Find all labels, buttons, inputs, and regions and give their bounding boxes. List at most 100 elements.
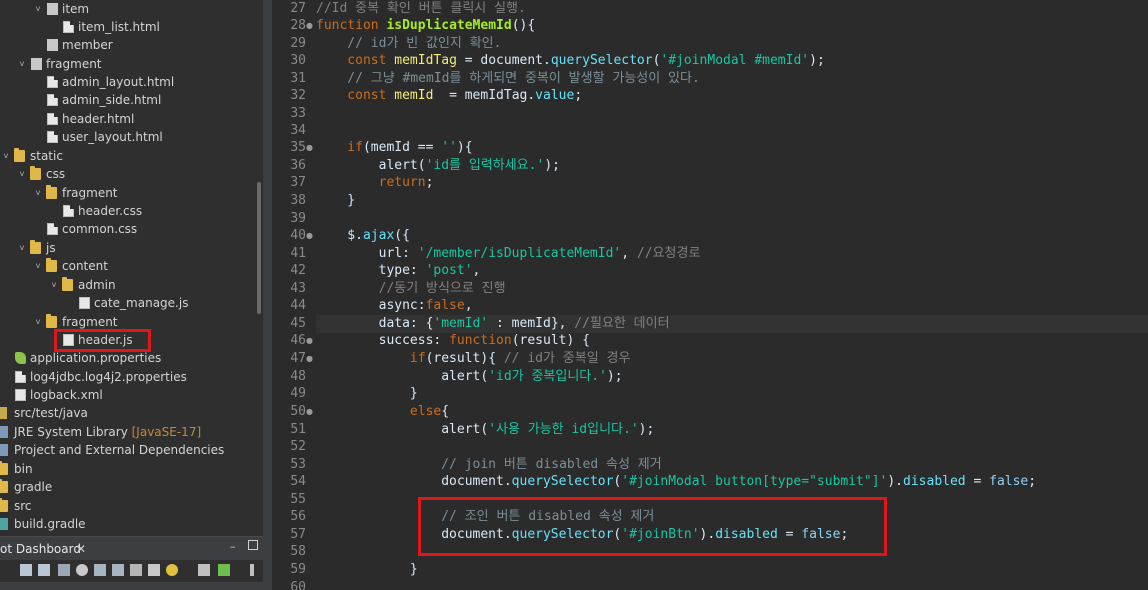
view-menu-icon[interactable] (250, 564, 254, 576)
tree-item-user-layout-html[interactable]: user_layout.html (0, 128, 255, 146)
chevron-down-icon[interactable]: v (49, 276, 59, 294)
tree-item-member[interactable]: member (0, 36, 255, 54)
properties-icon[interactable] (148, 564, 160, 576)
stop-icon[interactable] (58, 564, 70, 576)
code-line-31[interactable]: // 그냥 #memId를 하게되면 중복이 발생할 가능성이 있다. (316, 70, 699, 88)
code-text: ). (887, 474, 904, 489)
code-line-28[interactable]: function isDuplicateMemId(){ (316, 17, 535, 35)
tree-item-label: js (46, 241, 56, 255)
tree-item-logback-xml[interactable]: logback.xml (0, 386, 255, 404)
code-line-48[interactable]: alert('id가 중복입니다.'); (316, 368, 623, 386)
tree-item-bin[interactable]: bin (0, 460, 255, 478)
package-icon (47, 39, 58, 51)
line-number: 47 (290, 351, 306, 366)
code-line-41[interactable]: url: '/member/isDuplicateMemId', //요청경로 (316, 245, 701, 263)
string-literal: '#joinModal #memId' (660, 53, 810, 68)
tree-item-src-test-java[interactable]: src/test/java (0, 404, 255, 422)
tree-item-item[interactable]: v item (0, 0, 255, 18)
maximize-icon[interactable] (248, 540, 258, 550)
tree-item-project-dependencies[interactable]: Project and External Dependencies (0, 441, 255, 459)
tree-item-js[interactable]: v js (0, 239, 255, 257)
minimize-icon[interactable]: – (230, 540, 236, 554)
code-line-43[interactable]: //동기 방식으로 진행 (316, 280, 506, 298)
pane-divider[interactable] (263, 0, 272, 590)
tree-item-log4jdbc-properties[interactable]: log4jdbc.log4j2.properties (0, 368, 255, 386)
code-line-32[interactable]: const memId = memIdTag.value; (316, 87, 582, 105)
fold-marker-icon[interactable]: ● (306, 227, 314, 245)
filter-icon[interactable] (198, 564, 210, 576)
code-line-51[interactable]: alert('사용 가능한 id입니다.'); (316, 421, 654, 439)
keyword: function (449, 333, 512, 348)
code-line-44[interactable]: async:false, (316, 297, 473, 315)
restart-icon[interactable] (38, 564, 50, 576)
chevron-down-icon[interactable]: v (33, 313, 43, 331)
fold-marker-icon[interactable]: ● (306, 350, 314, 368)
link-icon[interactable] (112, 564, 124, 576)
line-number: 52 (290, 439, 306, 454)
chevron-down-icon[interactable]: v (33, 257, 43, 275)
line-number: 43 (290, 281, 306, 296)
open-console-icon[interactable] (94, 564, 106, 576)
code-line-38[interactable]: } (316, 192, 355, 210)
code-line-49[interactable]: } (316, 385, 418, 403)
tree-item-css[interactable]: v css (0, 165, 255, 183)
tree-item-gradle[interactable]: gradle (0, 478, 255, 496)
tree-item-jre-system-library[interactable]: JRE System Library [JavaSE-17] (0, 423, 255, 441)
code-line-46[interactable]: success: function(result) { (316, 332, 590, 350)
code-line-37[interactable]: return; (316, 174, 434, 192)
variable: memIdTag (386, 53, 457, 68)
tab-boot-dashboard[interactable]: ot Dashboard (0, 540, 81, 558)
code-line-27[interactable]: //Id 중복 확인 버튼 클릭시 실행. (316, 0, 526, 18)
tree-item-build-gradle[interactable]: build.gradle (0, 515, 255, 533)
code-text: async: (316, 298, 426, 313)
tree-item-fragment[interactable]: v fragment (0, 55, 255, 73)
chevron-down-icon[interactable]: v (33, 184, 43, 202)
fold-marker-icon[interactable]: ● (306, 17, 314, 35)
chevron-down-icon[interactable]: v (17, 55, 27, 73)
start-icon[interactable] (20, 564, 32, 576)
tree-item-admin-layout-html[interactable]: admin_layout.html (0, 73, 255, 91)
fold-marker-icon[interactable]: ● (306, 403, 314, 421)
tree-item-item-list-html[interactable]: item_list.html (0, 18, 255, 36)
tree-item-cate-manage-js[interactable]: cate_manage.js (0, 294, 255, 312)
chevron-down-icon[interactable]: v (17, 239, 27, 257)
tree-item-header-css[interactable]: header.css (0, 202, 255, 220)
lightbulb-icon[interactable] (166, 564, 178, 576)
code-text: type: (316, 263, 426, 278)
chevron-down-icon[interactable]: v (33, 0, 43, 18)
code-text: ); (606, 369, 623, 384)
code-line-54[interactable]: document.querySelector('#joinModal butto… (316, 473, 1036, 491)
code-line-50[interactable]: else{ (316, 403, 449, 421)
code-line-40[interactable]: $.ajax({ (316, 227, 410, 245)
edit-icon[interactable] (130, 564, 142, 576)
tree-item-css-fragment[interactable]: v fragment (0, 184, 255, 202)
code-line-45[interactable]: data: {'memId' : memId}, //필요한 데이터 (316, 315, 670, 333)
tree-item-content[interactable]: v content (0, 257, 255, 275)
code-editor[interactable]: 27 28 ● 29 30 31 32 33 34 35 ● 36 37 38 39 40 ● 41 42 43 44 4… (272, 0, 1148, 590)
code-line-29[interactable]: // id가 빈 값인지 확인. (316, 35, 501, 53)
tree-item-admin[interactable]: v admin (0, 276, 255, 294)
fold-marker-icon[interactable]: ● (306, 332, 314, 350)
code-line-30[interactable]: const memIdTag = document.querySelector(… (316, 52, 824, 70)
tree-item-header-html[interactable]: header.html (0, 110, 255, 128)
fold-marker-icon[interactable]: ● (306, 139, 314, 157)
add-icon[interactable] (218, 564, 230, 576)
close-icon[interactable]: ✕ (76, 540, 86, 558)
code-line-47[interactable]: if(result){ // id가 중복일 경우 (316, 350, 631, 368)
code-line-42[interactable]: type: 'post', (316, 262, 481, 280)
tree-item-static[interactable]: v static (0, 147, 255, 165)
code-line-59[interactable]: } (316, 561, 418, 579)
explorer-scrollbar-thumb[interactable] (257, 182, 261, 314)
tree-item-src[interactable]: src (0, 497, 255, 515)
chevron-down-icon[interactable]: v (17, 165, 27, 183)
chevron-down-icon[interactable]: v (1, 147, 11, 165)
line-number: 35 (290, 140, 306, 155)
gradle-file-icon (0, 518, 8, 530)
code-line-53[interactable]: // join 버튼 disabled 속성 제거 (316, 456, 661, 474)
code-line-35[interactable]: if(memId == ''){ (316, 139, 472, 157)
code-line-36[interactable]: alert('id를 입력하세요.'); (316, 157, 560, 175)
line-number: 53 (290, 457, 306, 472)
debug-icon[interactable] (76, 564, 88, 576)
tree-item-admin-side-html[interactable]: admin_side.html (0, 91, 255, 109)
tree-item-common-css[interactable]: common.css (0, 220, 255, 238)
